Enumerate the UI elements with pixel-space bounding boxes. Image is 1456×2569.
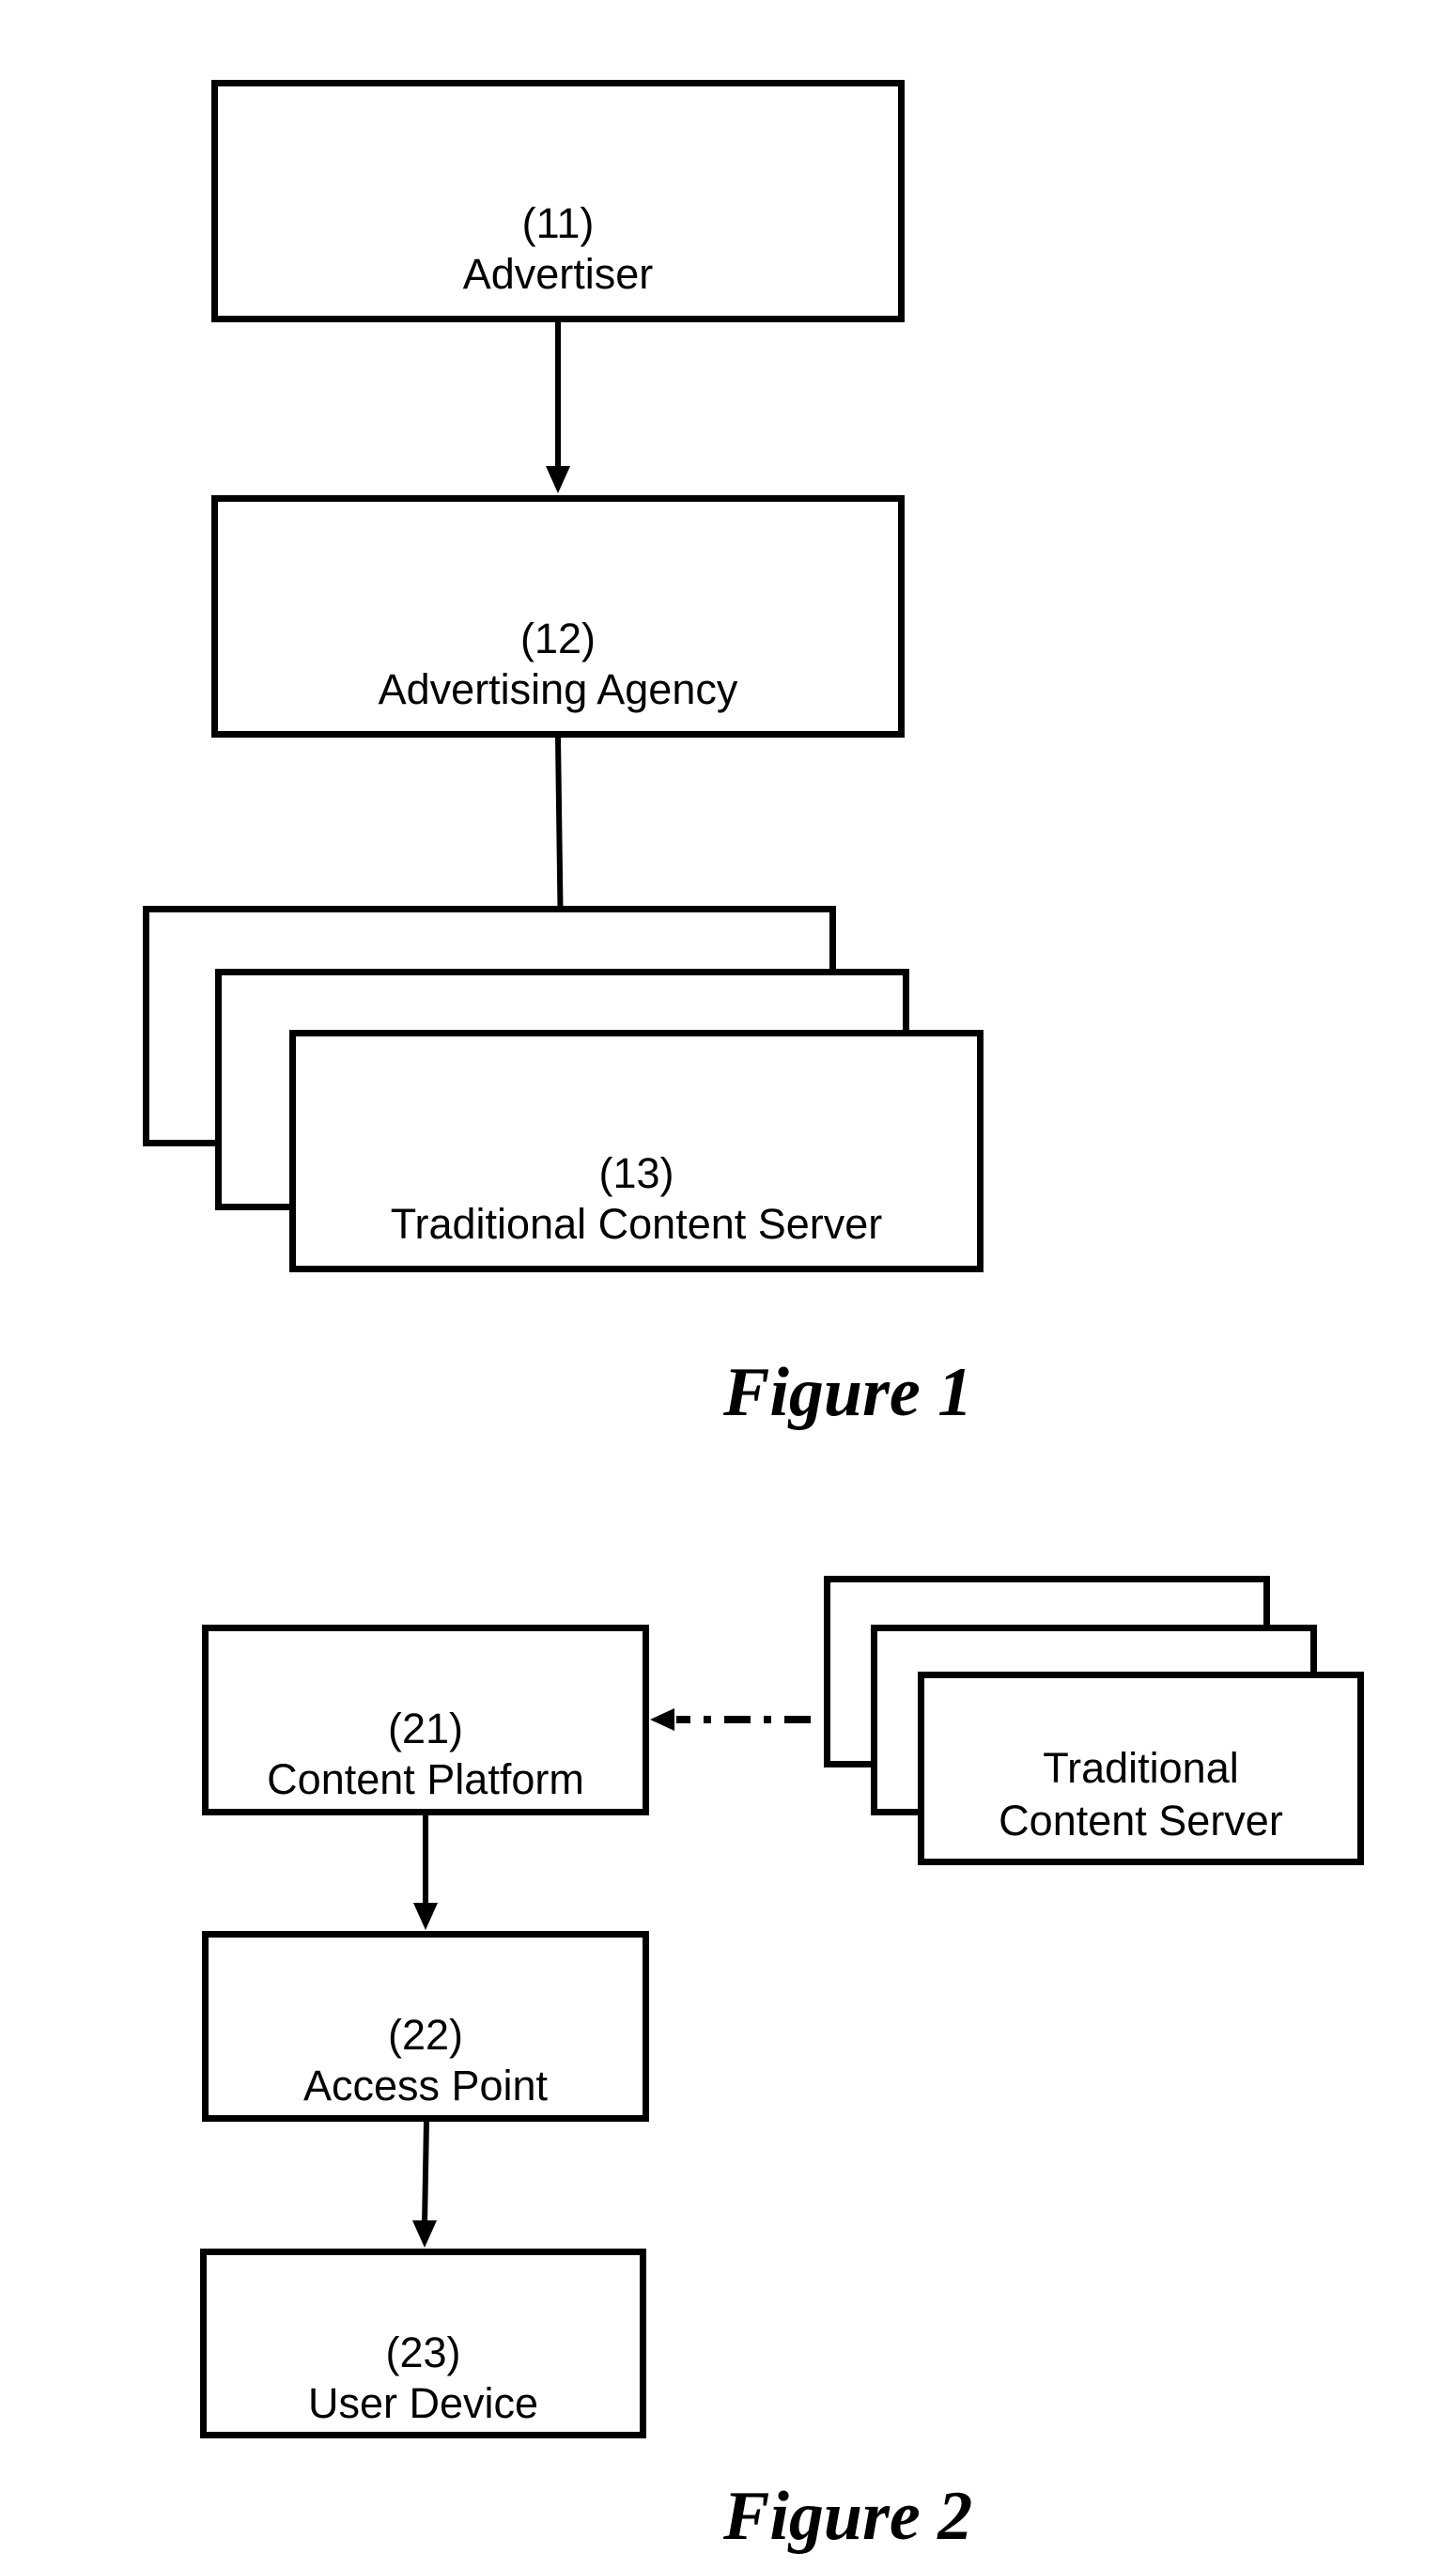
node-ref: (21) [387,1705,464,1752]
node-user-device: (23) User Device [200,2249,646,2438]
node-access-point: (22) Access Point [202,1931,649,2122]
figure-1-caption: Figure 1 [723,1354,973,1431]
node-content-platform: (21) Content Platform [202,1625,649,1815]
node-label: User Device [307,2379,539,2427]
node-ref: (13) [598,1149,674,1197]
node-label: Advertising Agency [378,665,738,713]
node-ref: (22) [387,2011,464,2059]
node-label: Traditional Content Server [390,1200,883,1248]
edge-access-point-to-user-device [412,2120,437,2248]
node-label: Advertiser [462,250,654,298]
node-label: Content Platform [267,1755,584,1803]
arrowhead-icon [546,466,570,493]
node-traditional-content-server-2: Traditional Content Server [918,1672,1364,1865]
node-traditional-content-server: (13) Traditional Content Server [289,1030,984,1272]
edge-platform-to-access-point [413,1814,438,1930]
figure-2-caption: Figure 2 [723,2478,973,2555]
node-label: Access Point [302,2062,549,2110]
arrowhead-icon [650,1708,674,1731]
arrowhead-icon [413,1903,438,1930]
node-label-line2: Content Server [999,1797,1283,1845]
arrowhead-icon [412,2220,437,2248]
edge-advertiser-to-agency [546,321,570,493]
connectors [412,321,871,2248]
node-label-line1: Traditional [1043,1744,1239,1792]
node-ref: (23) [385,2328,461,2376]
node-advertising-agency: (12) Advertising Agency [211,495,905,738]
node-ref: (11) [521,199,595,247]
node-ref: (12) [519,615,596,662]
node-advertiser: (11) Advertiser [211,80,905,322]
